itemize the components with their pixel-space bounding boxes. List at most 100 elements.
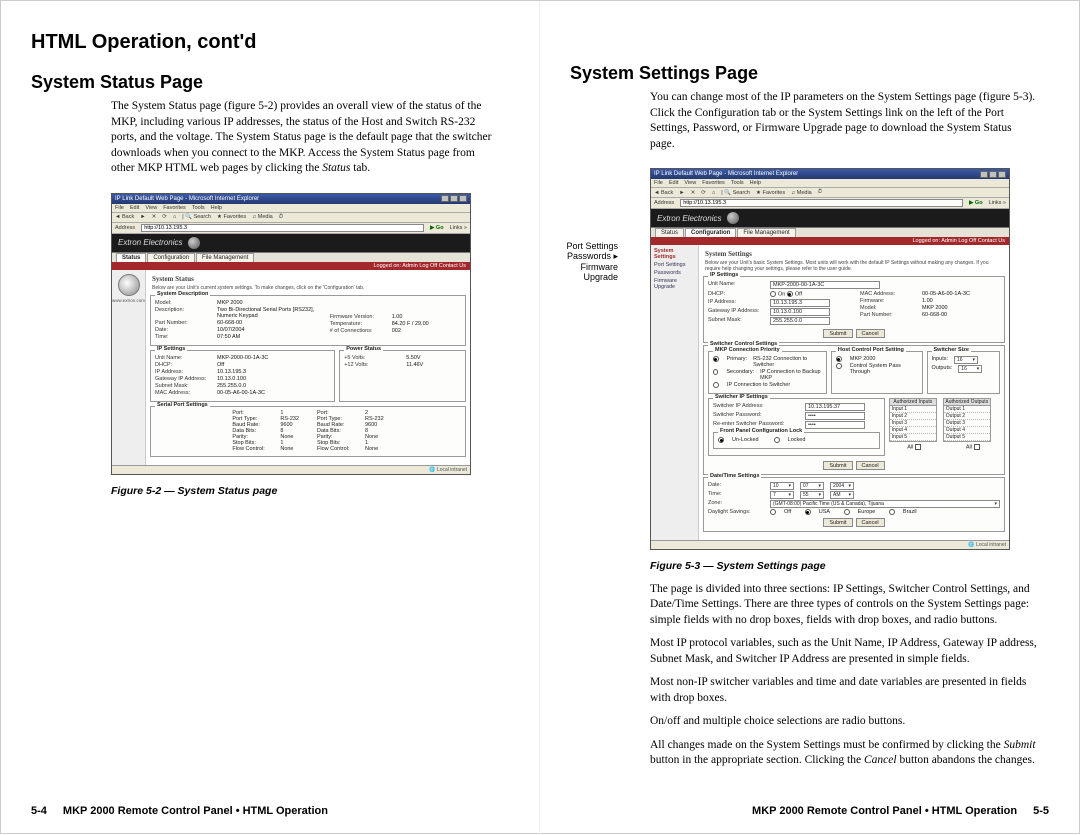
- ip-address-field[interactable]: 10.13.195.3: [770, 299, 830, 307]
- toolbar[interactable]: ◄ Back►✕⟳⌂| 🔍 Search★ Favorites♫ Media⏱: [651, 188, 1009, 198]
- window-titlebar: IP Link Default Web Page - Microsoft Int…: [651, 169, 1009, 179]
- switcher-pw-field[interactable]: ••••: [805, 412, 865, 420]
- top-heading: HTML Operation, cont'd: [31, 31, 509, 54]
- tab-row[interactable]: Status Configuration File Management: [651, 227, 1009, 237]
- tab-file-management[interactable]: File Management: [196, 253, 254, 262]
- host-port-box: Host Control Port Setting MKP 2000 Contr…: [831, 351, 923, 394]
- toolbar[interactable]: ◄ Back►✕⟳⌂| 🔍 Search★ Favorites♫ Media⏱: [112, 213, 470, 223]
- switcher-ip-box: Switcher IP Settings Switcher IP Address…: [708, 398, 885, 456]
- tab-configuration[interactable]: Configuration: [147, 253, 195, 262]
- serial-port-box: Serial Port Settings Port:1 Port Type:RS…: [150, 406, 466, 457]
- switcher-control-box: Switcher Control Settings MKP Connection…: [703, 345, 1005, 475]
- status-main: System Status Below are your Unit's curr…: [146, 270, 470, 465]
- host-mkp-radio[interactable]: [836, 356, 842, 362]
- power-status-box: Power Status +5 Volts:5.50V +12 Volts:11…: [339, 350, 466, 402]
- date-time-box: Date/Time Settings Date: 10 07 2004 Time…: [703, 477, 1005, 532]
- globe-icon: [188, 237, 200, 249]
- left-body: The System Status page (figure 5-2) prov…: [111, 99, 499, 185]
- mkp-priority-box: MKP Connection Priority Primary: RS-232 …: [708, 351, 827, 394]
- secondary-radio[interactable]: [713, 369, 718, 375]
- globe-icon: [727, 212, 739, 224]
- ds-usa-radio[interactable]: [805, 509, 811, 515]
- dt-cancel-button[interactable]: Cancel: [856, 518, 885, 527]
- date-month-dropdown[interactable]: 10: [770, 482, 794, 490]
- right-footer-text: MKP 2000 Remote Control Panel • HTML Ope…: [752, 805, 1017, 817]
- window-buttons[interactable]: [441, 195, 467, 202]
- swc-submit-button[interactable]: Submit: [823, 461, 852, 470]
- tertiary-radio[interactable]: [713, 382, 719, 388]
- panel-title: System Status: [152, 275, 466, 283]
- swc-cancel-button[interactable]: Cancel: [856, 461, 885, 470]
- switcher-ip-field[interactable]: 10.13.195.37: [805, 403, 865, 411]
- zone-dropdown[interactable]: (GMT-08:00) Pacific Time (US & Canada), …: [770, 500, 1000, 508]
- window-titlebar: IP Link Default Web Page - Microsoft Int…: [112, 194, 470, 204]
- left-page-number: 5-4: [31, 805, 47, 817]
- host-pass-radio[interactable]: [836, 363, 842, 369]
- right-para2: The page is divided into three sections:…: [650, 582, 1039, 629]
- sidenav-system-settings[interactable]: System Settings: [654, 247, 696, 261]
- dt-submit-button[interactable]: Submit: [823, 518, 852, 527]
- time-ampm-dropdown[interactable]: AM: [830, 491, 854, 499]
- left-para1: The System Status page (figure 5-2) prov…: [111, 99, 499, 177]
- brand-band: Extron Electronics: [651, 209, 1009, 227]
- time-min-dropdown[interactable]: 55: [800, 491, 824, 499]
- menubar[interactable]: FileEditViewFavoritesToolsHelp: [112, 204, 470, 213]
- subnet-field[interactable]: 255.255.0.0: [770, 317, 830, 325]
- panel-subtitle: Below are your Unit's basic System Setti…: [705, 260, 1005, 272]
- tab-configuration[interactable]: Configuration: [685, 228, 736, 237]
- address-bar[interactable]: Address ▶ Go Links »: [651, 198, 1009, 209]
- right-para4: Most non-IP switcher variables and time …: [650, 675, 1039, 706]
- dhcp-off-radio[interactable]: [787, 291, 793, 297]
- sidenav-firmware-upgrade[interactable]: Firmware Upgrade: [654, 277, 696, 291]
- tab-status[interactable]: Status: [116, 253, 146, 262]
- gateway-field[interactable]: 10.13.0.100: [770, 308, 830, 316]
- ie-window-status: IP Link Default Web Page - Microsoft Int…: [111, 193, 471, 475]
- unit-name-field[interactable]: MKP-2000-00-1A-3C: [770, 281, 880, 289]
- figure-5-3-caption: Figure 5-3 — System Settings page: [650, 560, 1049, 572]
- left-section-heading: System Status Page: [31, 72, 509, 93]
- ip-settings-box: IP Settings Unit Name:MKP-2000-00-1A-3C …: [703, 276, 1005, 342]
- dhcp-on-radio[interactable]: [770, 291, 776, 297]
- sidenav-port-settings[interactable]: Port Settings: [654, 261, 696, 269]
- address-input[interactable]: [680, 199, 963, 207]
- ie-window-settings: IP Link Default Web Page - Microsoft Int…: [650, 168, 1010, 549]
- left-footer: 5-4 MKP 2000 Remote Control Panel • HTML…: [31, 805, 509, 817]
- authorized-inputs-table[interactable]: Authorized Inputs Input 1 Input 2 Input …: [889, 398, 937, 442]
- all-inputs-check[interactable]: [915, 444, 921, 450]
- unlocked-radio[interactable]: [718, 437, 724, 443]
- locked-radio[interactable]: [774, 437, 780, 443]
- right-para6: All changes made on the System Settings …: [650, 738, 1039, 769]
- right-para1: You can change most of the IP parameters…: [650, 90, 1039, 152]
- inputs-dropdown[interactable]: 16: [954, 356, 978, 364]
- time-hour-dropdown[interactable]: 7: [770, 491, 794, 499]
- brand-band: Extron Electronics: [112, 234, 470, 252]
- switcher-pw2-field[interactable]: ••••: [805, 421, 865, 429]
- ds-br-radio[interactable]: [889, 509, 895, 515]
- authorized-tables: Authorized Inputs Input 1 Input 2 Input …: [889, 398, 1000, 442]
- tab-file-management[interactable]: File Management: [737, 228, 795, 237]
- right-footer: MKP 2000 Remote Control Panel • HTML Ope…: [570, 805, 1049, 817]
- right-page-number: 5-5: [1033, 805, 1049, 817]
- primary-radio[interactable]: [713, 356, 719, 362]
- ip-submit-button[interactable]: Submit: [823, 329, 852, 338]
- side-nav[interactable]: System Settings Port Settings Passwords …: [651, 245, 699, 539]
- outputs-dropdown[interactable]: 16: [958, 365, 982, 373]
- figure-5-3: IP Link Default Web Page - Microsoft Int…: [650, 168, 1049, 549]
- ip-cancel-button[interactable]: Cancel: [856, 329, 885, 338]
- sidenav-passwords[interactable]: Passwords: [654, 269, 696, 277]
- left-page: HTML Operation, cont'd System Status Pag…: [1, 1, 540, 835]
- ds-off-radio[interactable]: [770, 509, 776, 515]
- tab-status[interactable]: Status: [655, 228, 684, 237]
- address-input[interactable]: [141, 224, 424, 232]
- right-section-heading: System Settings Page: [570, 63, 1049, 84]
- right-page: System Settings Page You can change most…: [540, 1, 1079, 835]
- all-outputs-check[interactable]: [974, 444, 980, 450]
- date-day-dropdown[interactable]: 07: [800, 482, 824, 490]
- date-year-dropdown[interactable]: 2004: [830, 482, 854, 490]
- menubar[interactable]: FileEditViewFavoritesToolsHelp: [651, 179, 1009, 188]
- window-buttons[interactable]: [980, 171, 1006, 178]
- ds-eu-radio[interactable]: [844, 509, 850, 515]
- tab-row[interactable]: Status Configuration File Management: [112, 252, 470, 262]
- address-bar[interactable]: Address ▶ Go Links »: [112, 223, 470, 234]
- authorized-outputs-table[interactable]: Authorized Outputs Output 1 Output 2 Out…: [943, 398, 991, 442]
